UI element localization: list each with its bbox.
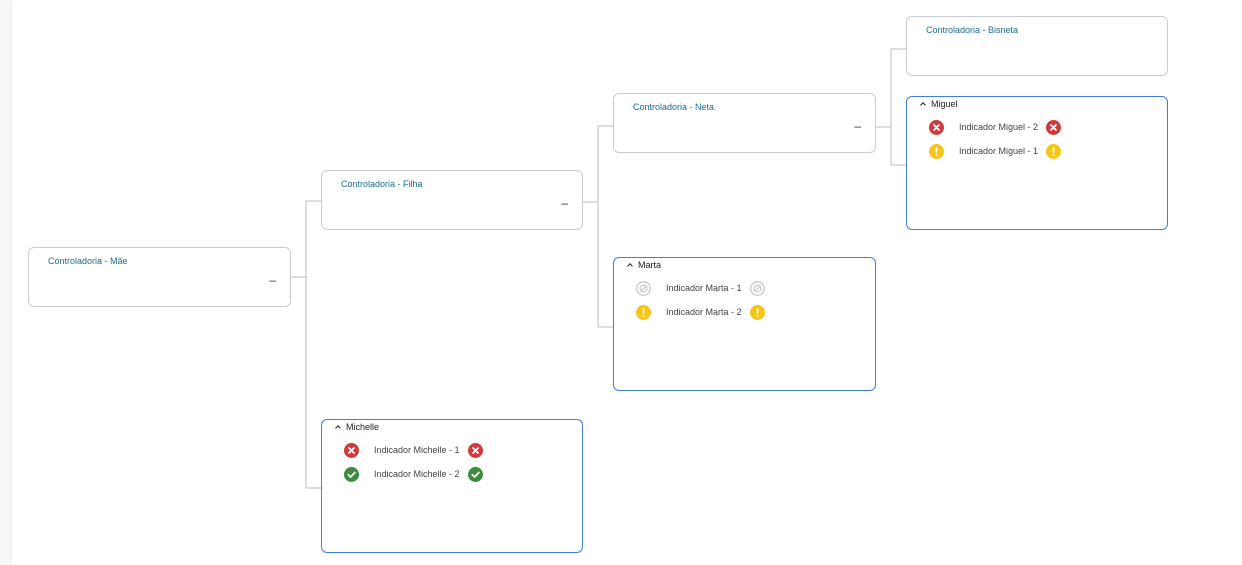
warning-icon <box>929 143 944 159</box>
unit-title: Controladoria - Mãe <box>48 256 128 266</box>
unit-node-mae[interactable]: Controladoria - Mãe – <box>28 247 291 307</box>
error-icon <box>344 442 359 458</box>
disabled-icon <box>749 280 765 296</box>
indicator-row[interactable]: Indicador Michelle - 2 <box>344 466 483 482</box>
error-icon <box>929 119 944 135</box>
person-name: Marta <box>638 260 662 270</box>
success-icon <box>467 466 483 482</box>
collapse-toggle[interactable]: – <box>561 197 568 209</box>
chevron-up-icon[interactable] <box>919 100 927 108</box>
error-icon <box>1046 119 1062 135</box>
unit-title: Controladoria - Filha <box>341 179 423 189</box>
chevron-up-icon[interactable] <box>626 261 634 269</box>
person-header: Miguel <box>919 99 958 109</box>
indicator-label: Indicador Miguel - 2 <box>959 122 1039 132</box>
warning-icon <box>749 304 765 320</box>
collapse-toggle[interactable]: – <box>269 274 276 286</box>
indicator-label: Indicador Michelle - 2 <box>374 469 460 479</box>
unit-title: Controladoria - Bisneta <box>926 25 1019 35</box>
person-node-marta[interactable]: Marta Indicador Marta - 1 Indicador Mart… <box>613 257 876 391</box>
disabled-icon <box>636 280 651 296</box>
person-name: Miguel <box>931 99 958 109</box>
indicator-row[interactable]: Indicador Miguel - 1 <box>929 143 1062 159</box>
indicator-label: Indicador Marta - 2 <box>666 307 742 317</box>
warning-icon <box>636 304 651 320</box>
unit-node-neta[interactable]: Controladoria - Neta – <box>613 93 876 153</box>
indicator-row[interactable]: Indicador Michelle - 1 <box>344 442 483 458</box>
unit-node-bisneta[interactable]: Controladoria - Bisneta <box>906 16 1168 76</box>
indicator-label: Indicador Miguel - 1 <box>959 146 1039 156</box>
indicator-row[interactable]: Indicador Miguel - 2 <box>929 119 1062 135</box>
success-icon <box>344 466 359 482</box>
indicator-label: Indicador Michelle - 1 <box>374 445 460 455</box>
collapse-toggle[interactable]: – <box>854 120 861 132</box>
warning-icon <box>1046 143 1062 159</box>
unit-node-filha[interactable]: Controladoria - Filha – <box>321 170 583 230</box>
person-name: Michelle <box>346 422 380 432</box>
indicator-row[interactable]: Indicador Marta - 1 <box>636 280 765 296</box>
unit-title: Controladoria - Neta <box>633 102 715 112</box>
indicator-label: Indicador Marta - 1 <box>666 283 742 293</box>
person-node-miguel[interactable]: Miguel Indicador Miguel - 2 Indicador Mi… <box>906 96 1168 230</box>
indicator-row[interactable]: Indicador Marta - 2 <box>636 304 765 320</box>
person-node-michelle[interactable]: Michelle Indicador Michelle - 1 Indicado… <box>321 419 583 553</box>
error-icon <box>467 442 483 458</box>
person-header: Michelle <box>334 422 379 432</box>
chevron-up-icon[interactable] <box>334 423 342 431</box>
person-header: Marta <box>626 260 661 270</box>
